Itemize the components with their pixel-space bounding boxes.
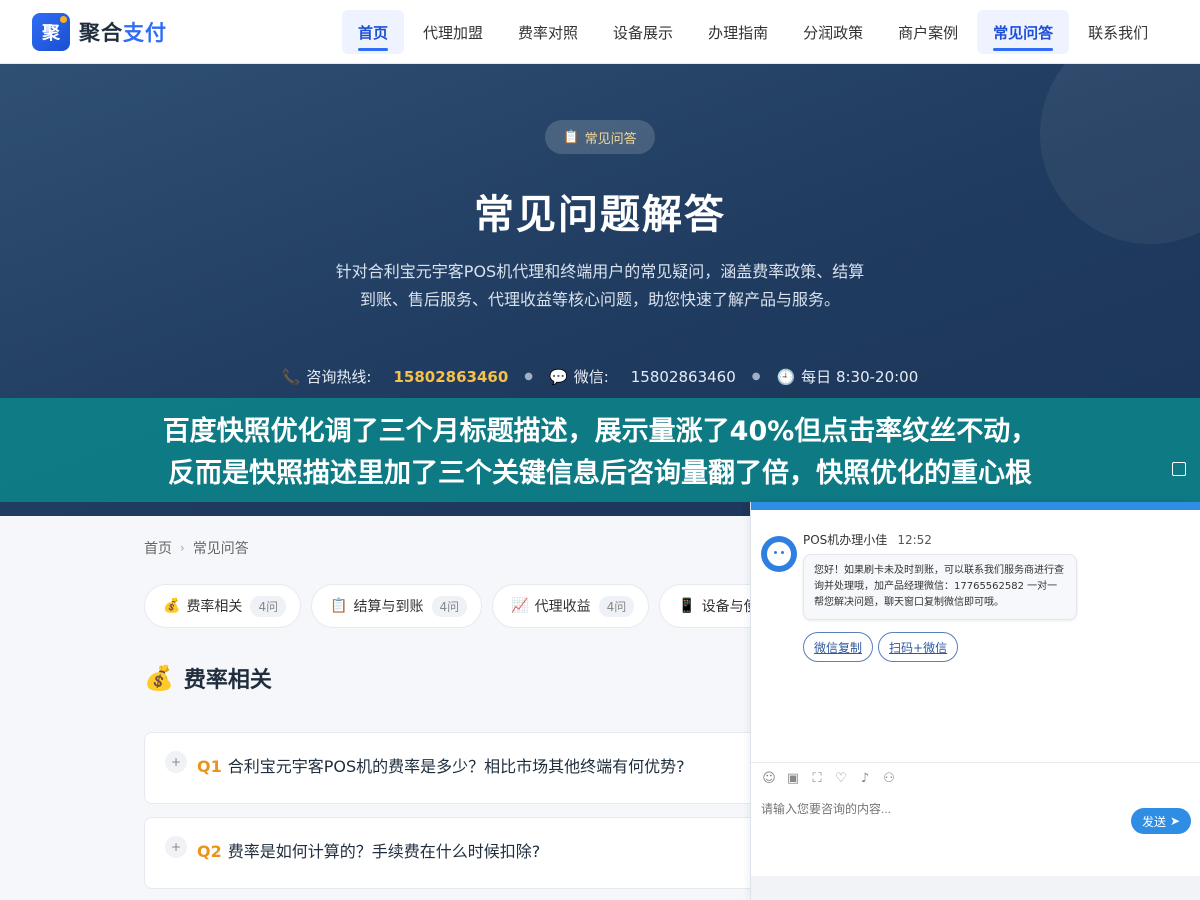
phone-device-icon: 📱 — [678, 598, 696, 614]
category-tab-rates[interactable]: 💰 费率相关 4问 — [144, 584, 302, 628]
mute-icon[interactable]: ♪ — [857, 771, 873, 787]
category-tab-profit[interactable]: 📈 代理收益 4问 — [492, 584, 650, 628]
contact-hotline: 📞 咨询热线: 15802863460 — [281, 367, 509, 387]
breadcrumb-home[interactable]: 首页 — [144, 538, 172, 558]
overlay-banner: 百度快照优化调了三个月标题描述，展示量涨了40%但点击率纹丝不动， 反而是快照描… — [0, 398, 1200, 502]
contact-wechat: 💬 微信: 15802863460 — [549, 367, 736, 387]
site-header: 聚 聚合支付 首页 代理加盟 费率对照 设备展示 办理指南 分润政策 商户案例 … — [0, 0, 1200, 64]
transfer-icon[interactable]: ⚇ — [881, 771, 897, 787]
image-icon[interactable]: ▣ — [785, 771, 801, 787]
send-arrow-icon: ➤ — [1169, 814, 1181, 828]
chat-bubble-icon: 💬 — [549, 367, 568, 386]
money-bag-icon: 💰 — [144, 664, 174, 692]
chat-message-input[interactable] — [761, 802, 1061, 816]
faq-question: Q2 费率是如何计算的？手续费在什么时候扣除? — [197, 842, 541, 861]
avatar-face-icon — [767, 542, 791, 566]
copy-wechat-button[interactable]: 微信复制 — [803, 632, 874, 662]
nav-item-guide[interactable]: 办理指南 — [692, 10, 784, 54]
nav-item-devices[interactable]: 设备展示 — [597, 10, 689, 54]
separator-dot: ● — [524, 371, 534, 382]
contact-hours: 🕘 每日 8:30-20:00 — [776, 367, 919, 387]
hero-contacts: 📞 咨询热线: 15802863460 ● 💬 微信: 15802863460 … — [0, 366, 1200, 387]
nav-item-profit[interactable]: 分润政策 — [787, 10, 879, 54]
category-count: 4问 — [250, 595, 287, 617]
hotline-number[interactable]: 15802863460 — [393, 368, 508, 386]
chat-minimize-icon[interactable] — [1172, 462, 1186, 476]
chat-topbar — [751, 502, 1200, 510]
nav-item-contact[interactable]: 联系我们 — [1072, 10, 1164, 54]
page-title: 常见问题解答 — [474, 192, 726, 238]
logo[interactable]: 聚 聚合支付 — [32, 13, 167, 51]
clipboard-icon: 📋 — [330, 598, 348, 614]
hero-description: 针对合利宝元宇客POS机代理和终端用户的常见疑问，涵盖费率政策、结算到账、售后服… — [335, 262, 865, 309]
logo-dot — [60, 16, 67, 23]
chat-toolbar: ☺ ▣ ⛶ ♡ ♪ ⚇ — [751, 762, 1200, 795]
separator-dot: ● — [751, 371, 761, 382]
category-count: 4问 — [598, 595, 635, 617]
agent-avatar — [761, 536, 797, 572]
faq-item[interactable]: + Q1 合利宝元宇客POS机的费率是多少？相比市场其他终端有何优势? — [144, 732, 844, 804]
money-bag-icon: 💰 — [163, 598, 181, 614]
agent-name: POS机办理小佳 12:52 — [803, 533, 932, 547]
clock-icon: 🕘 — [776, 367, 796, 386]
category-tabs: 💰 费率相关 4问 📋 结算与到账 4问 📈 代理收益 4问 📱 设备与使 — [144, 584, 783, 628]
nav-item-rates[interactable]: 费率对照 — [502, 10, 594, 54]
hero-badge: 📋 常见问答 — [545, 120, 655, 154]
chat-panel: POS机办理小佳 12:52 您好！如果刷卡未及时到账，可以联系我们服务商进行查询… — [750, 502, 1200, 900]
screenshot-icon[interactable]: ⛶ — [809, 771, 825, 787]
chat-footer — [751, 876, 1200, 900]
logo-text: 聚合支付 — [79, 21, 167, 45]
category-count: 4问 — [431, 595, 468, 617]
clipboard-icon: 📋 — [563, 129, 580, 145]
breadcrumb-separator: › — [180, 541, 185, 555]
phone-icon: 📞 — [281, 367, 301, 386]
logo-mark: 聚 — [32, 13, 70, 51]
faq-item[interactable]: + Q2 费率是如何计算的？手续费在什么时候扣除? — [144, 817, 844, 889]
main-nav: 首页 代理加盟 费率对照 设备展示 办理指南 分润政策 商户案例 常见问答 联系… — [342, 10, 1167, 54]
breadcrumb-current: 常见问答 — [192, 541, 249, 557]
scan-wechat-button[interactable]: 扫码+微信 — [878, 632, 959, 662]
nav-item-home[interactable]: 首页 — [342, 10, 405, 54]
emoji-icon[interactable]: ☺ — [761, 771, 777, 787]
rating-icon[interactable]: ♡ — [833, 771, 849, 787]
quick-reply-buttons: 微信复制 扫码+微信 — [803, 632, 963, 662]
nav-item-faq[interactable]: 常见问答 — [977, 10, 1070, 54]
wechat-number: 15802863460 — [630, 367, 736, 386]
message-time: 12:52 — [897, 533, 932, 547]
breadcrumb: 首页 › 常见问答 — [144, 538, 249, 558]
message-bubble: 您好！如果刷卡未及时到账，可以联系我们服务商进行查询并处理哦，加产品经理微信：1… — [803, 554, 1077, 620]
send-button[interactable]: 发送 ➤ — [1131, 808, 1191, 834]
chart-icon: 📈 — [511, 598, 529, 614]
nav-item-agent[interactable]: 代理加盟 — [407, 10, 499, 54]
category-tab-settlement[interactable]: 📋 结算与到账 4问 — [311, 584, 483, 628]
nav-item-cases[interactable]: 商户案例 — [882, 10, 974, 54]
faq-question: Q1 合利宝元宇客POS机的费率是多少？相比市场其他终端有何优势? — [197, 757, 685, 776]
expand-plus-icon[interactable]: + — [165, 751, 187, 773]
section-title: 💰 费率相关 — [144, 664, 272, 693]
expand-plus-icon[interactable]: + — [165, 836, 187, 858]
